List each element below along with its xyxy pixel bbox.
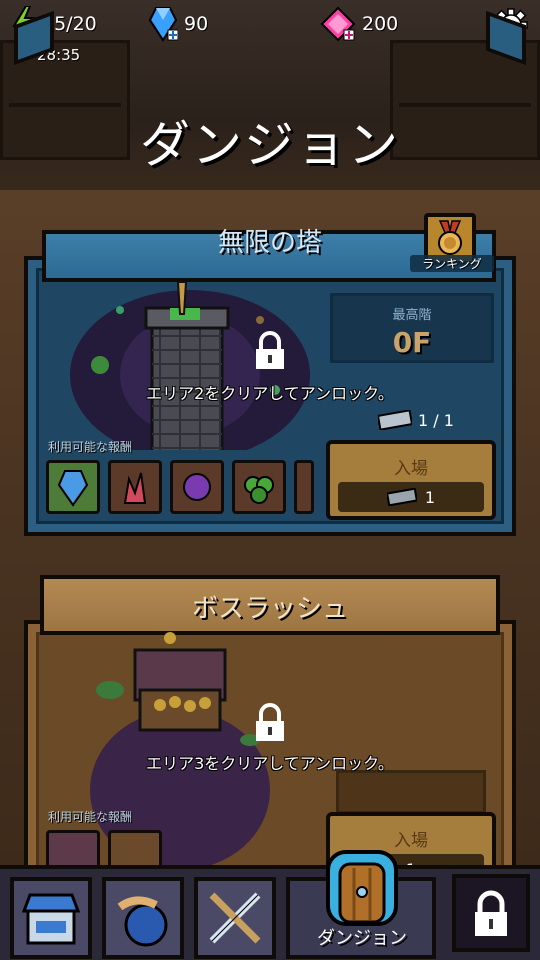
- purple-ore-icon: [183, 473, 211, 501]
- page-title: ダンジョン: [140, 116, 400, 174]
- blue-gem-counter[interactable]: 90: [148, 6, 208, 42]
- pink-gem-value: 200: [362, 13, 399, 35]
- enter-label: 入場: [394, 459, 428, 479]
- reward-blue-crystal[interactable]: [46, 460, 100, 514]
- best-floor-value: 0F: [392, 326, 432, 359]
- lock-icon: [256, 331, 284, 369]
- reward-green-herb[interactable]: [232, 460, 286, 514]
- ticket-count: 1 / 1: [378, 410, 454, 430]
- ticket-count-value: 1 / 1: [418, 410, 454, 430]
- pink-gem-counter[interactable]: 200: [320, 6, 398, 42]
- blue-gem-value: 90: [184, 13, 209, 35]
- reward-partial[interactable]: [294, 460, 314, 514]
- nav-summon-button[interactable]: [102, 877, 184, 959]
- enter-cost: 1: [338, 482, 484, 512]
- red-crystal-icon: [123, 472, 147, 504]
- nav-locked-slot[interactable]: [452, 874, 530, 952]
- ticket-icon: [378, 410, 412, 430]
- enter-cost-value: 1: [424, 487, 436, 507]
- resource-bar: 15/20 28:35 90 200: [0, 0, 540, 70]
- blue-crystal-icon: [148, 7, 178, 42]
- reward-red-crystal[interactable]: [108, 460, 162, 514]
- best-floor-box: 最高階 0F: [330, 293, 494, 363]
- magic-hand-icon: [117, 896, 168, 947]
- nav-dungeon-label: ダンジョン: [317, 928, 407, 949]
- nav-battle-button[interactable]: [194, 877, 276, 959]
- reward-purple-ore[interactable]: [170, 460, 224, 514]
- boss-rush-title: ボスラッシュ: [191, 594, 348, 624]
- best-floor-label: 最高階: [392, 308, 432, 323]
- blue-crystal-icon: [57, 470, 89, 507]
- herb-icon: [244, 476, 274, 504]
- ranking-label: ランキング: [410, 255, 494, 272]
- rewards-label: 利用可能な報酬: [48, 440, 133, 454]
- dungeon-door-icon: [326, 850, 398, 926]
- ticket-icon: [386, 488, 417, 506]
- rewards-label: 利用可能な報酬: [48, 810, 133, 824]
- lock-icon: [256, 703, 284, 741]
- shop-icon: [21, 893, 81, 945]
- lock-icon: [475, 890, 507, 936]
- nav-shop-button[interactable]: [10, 877, 92, 959]
- tower-lock-message: エリア2をクリアしてアンロック。: [146, 384, 394, 403]
- pink-gem-icon: [320, 6, 356, 42]
- boss-rush-lock-message: エリア3をクリアしてアンロック。: [146, 754, 394, 773]
- boss-stat-box: [336, 770, 486, 814]
- infinite-tower-enter-button[interactable]: 入場 1: [326, 440, 496, 520]
- crossed-swords-icon: [209, 892, 261, 944]
